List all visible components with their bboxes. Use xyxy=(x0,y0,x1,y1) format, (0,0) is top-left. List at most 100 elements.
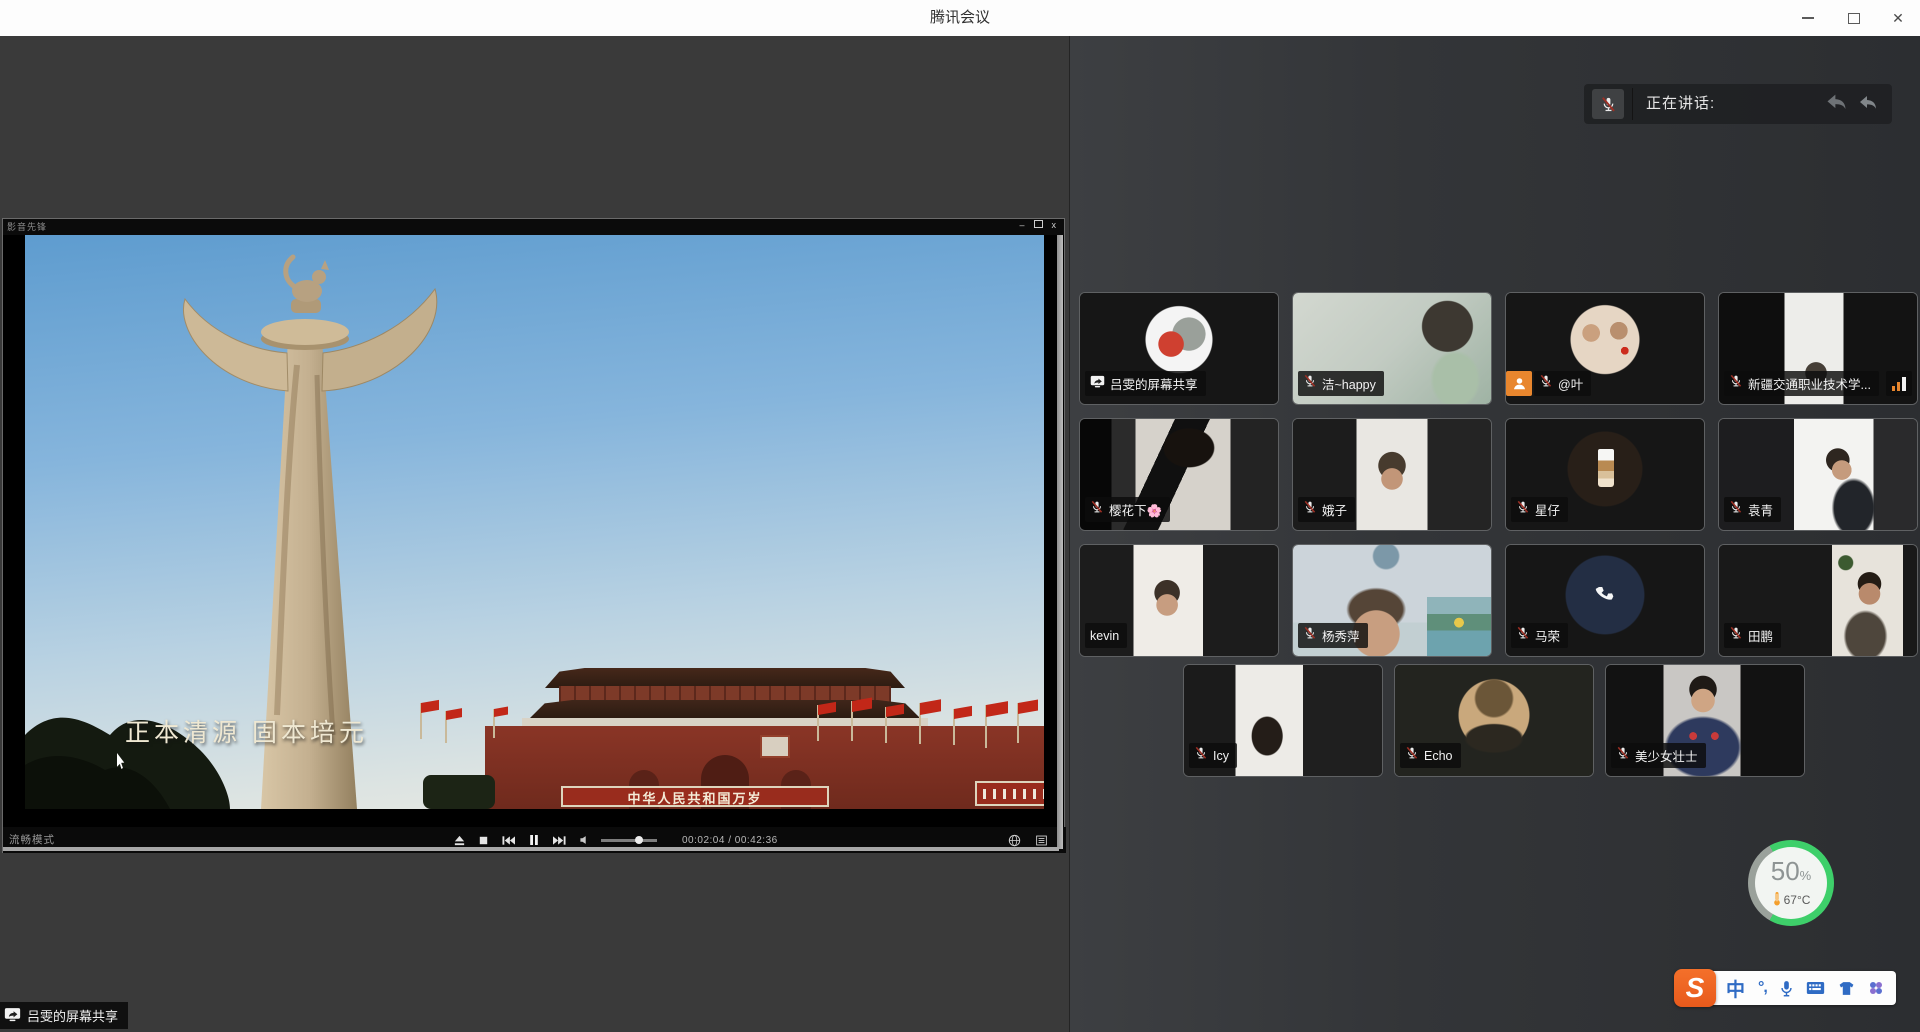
mic-muted-icon xyxy=(1539,374,1553,393)
screen-share-icon xyxy=(1090,374,1105,394)
close-button[interactable]: ✕ xyxy=(1876,0,1920,36)
participants-panel: 正在讲话: 吕雯的屏幕共享 洁~happy @叶 新疆交通职业技术学... 樱花下🌸 娥子… xyxy=(1070,36,1920,1032)
participant-tile[interactable]: 新疆交通职业技术学... xyxy=(1718,292,1918,405)
punctuation-icon[interactable]: °, xyxy=(1758,979,1767,997)
avatar-prop xyxy=(1427,597,1491,657)
reply-arrow-icon[interactable] xyxy=(1856,93,1880,118)
playlist-icon[interactable] xyxy=(1035,834,1048,847)
shared-screen-area: 影音先锋 – x 中华人民共和国万岁 xyxy=(0,36,1069,1032)
volume-slider[interactable] xyxy=(601,839,657,842)
mic-muted-icon xyxy=(1405,746,1419,765)
network-icon[interactable] xyxy=(1008,834,1021,847)
next-button[interactable] xyxy=(552,834,567,847)
participant-name: @叶 xyxy=(1558,374,1583,393)
temperature-value: 67°C xyxy=(1784,893,1811,907)
participant-tile[interactable]: 田鹏 xyxy=(1718,544,1918,657)
mute-button[interactable] xyxy=(578,834,590,846)
participant-tile[interactable]: 袁青 xyxy=(1718,418,1918,531)
pause-button[interactable] xyxy=(527,833,541,847)
thermometer-icon xyxy=(1772,891,1782,909)
app-title: 腾讯会议 xyxy=(0,0,1920,36)
participant-nameplate: Echo xyxy=(1400,743,1461,768)
participant-name: Icy xyxy=(1213,749,1229,763)
participant-name: 袁青 xyxy=(1748,500,1773,519)
participant-nameplate: 樱花下🌸 xyxy=(1085,497,1170,522)
participant-nameplate: 田鹏 xyxy=(1724,623,1781,648)
screen-share-banner: 吕雯的屏幕共享 xyxy=(0,1002,128,1029)
participant-name: 星仔 xyxy=(1535,500,1560,519)
participant-nameplate: @叶 xyxy=(1534,371,1591,396)
participant-name: 新疆交通职业技术学... xyxy=(1748,374,1871,393)
player-maximize-button[interactable] xyxy=(1034,220,1043,230)
mic-muted-icon xyxy=(1592,89,1624,119)
player-title: 影音先锋 xyxy=(7,220,47,233)
participant-name: 田鹏 xyxy=(1748,626,1773,645)
participant-tile[interactable]: 吕雯的屏幕共享 xyxy=(1079,292,1279,405)
virtual-keyboard-icon[interactable] xyxy=(1806,981,1825,995)
participant-name: kevin xyxy=(1090,629,1119,643)
voice-input-icon[interactable] xyxy=(1780,980,1793,997)
participant-nameplate: 星仔 xyxy=(1511,497,1568,522)
battery-temperature-widget[interactable]: 50% 67°C xyxy=(1748,840,1834,926)
member-badge-icon xyxy=(1506,371,1532,396)
skin-icon[interactable] xyxy=(1838,980,1855,997)
mic-muted-icon xyxy=(1729,626,1743,645)
participant-tile[interactable]: 樱花下🌸 xyxy=(1079,418,1279,531)
player-scrollbar[interactable] xyxy=(1057,235,1063,849)
participant-tile[interactable]: 洁~happy xyxy=(1292,292,1492,405)
player-minimize-button[interactable]: – xyxy=(1019,220,1024,230)
participant-nameplate: 新疆交通职业技术学... xyxy=(1724,371,1879,396)
participant-tile[interactable]: 美少女壮士 xyxy=(1605,664,1805,777)
minimize-icon xyxy=(1802,17,1814,19)
maximize-button[interactable] xyxy=(1832,0,1876,36)
mic-muted-icon xyxy=(1729,374,1743,393)
previous-button[interactable] xyxy=(501,834,516,847)
volume-knob[interactable] xyxy=(635,836,643,844)
participant-tile[interactable]: 马荣 xyxy=(1505,544,1705,657)
toolbox-icon[interactable] xyxy=(1868,980,1884,996)
video-player-window: 影音先锋 – x 中华人民共和国万岁 xyxy=(2,218,1065,853)
mic-muted-icon xyxy=(1303,500,1317,519)
participant-tile[interactable]: 娥子 xyxy=(1292,418,1492,531)
participant-nameplate: kevin xyxy=(1085,623,1127,648)
player-close-button[interactable]: x xyxy=(1052,220,1057,230)
screen-share-label: 吕雯的屏幕共享 xyxy=(27,1006,118,1025)
mic-muted-icon xyxy=(1516,500,1530,519)
participant-name: 吕雯的屏幕共享 xyxy=(1110,374,1198,393)
participant-tile[interactable]: 星仔 xyxy=(1505,418,1705,531)
speaking-indicator: 正在讲话: xyxy=(1584,84,1892,124)
stop-button[interactable] xyxy=(477,834,490,847)
ime-toolbar: S 中 °, xyxy=(1674,968,1896,1008)
player-titlebar: 影音先锋 – x xyxy=(3,219,1064,235)
avatar-prop xyxy=(1598,449,1614,487)
minimize-button[interactable] xyxy=(1786,0,1830,36)
player-maximize-icon xyxy=(1034,220,1043,228)
participant-name: 娥子 xyxy=(1322,500,1347,519)
participant-nameplate: 美少女壮士 xyxy=(1611,743,1706,768)
participant-name: 杨秀萍 xyxy=(1322,626,1360,645)
sogou-logo-icon[interactable]: S xyxy=(1674,969,1716,1007)
speaking-label: 正在讲话: xyxy=(1646,84,1715,124)
chinese-mode-icon[interactable]: 中 xyxy=(1726,975,1745,1002)
screen-share-icon xyxy=(4,1006,21,1026)
reply-arrow-icon[interactable] xyxy=(1823,91,1850,119)
eject-button[interactable] xyxy=(453,834,466,847)
video-frame: 中华人民共和国万岁 xyxy=(25,235,1044,809)
participant-tile[interactable]: kevin xyxy=(1079,544,1279,657)
participant-nameplate: 洁~happy xyxy=(1298,371,1384,396)
mic-muted-icon xyxy=(1616,746,1630,765)
participant-name: 樱花下🌸 xyxy=(1109,500,1162,519)
player-bottom-frame xyxy=(3,847,1059,851)
participant-nameplate: 袁青 xyxy=(1724,497,1781,522)
participant-tile[interactable]: 杨秀萍 xyxy=(1292,544,1492,657)
mic-muted-icon xyxy=(1516,626,1530,645)
participant-tile[interactable]: @叶 xyxy=(1505,292,1705,405)
participant-tile[interactable]: Echo xyxy=(1394,664,1594,777)
participant-name: 美少女壮士 xyxy=(1635,746,1698,765)
mic-muted-icon xyxy=(1303,626,1317,645)
participant-tile[interactable]: Icy xyxy=(1183,664,1383,777)
mic-muted-icon xyxy=(1729,500,1743,519)
battery-percent: 50% xyxy=(1771,858,1811,889)
participant-name: 马荣 xyxy=(1535,626,1560,645)
divider xyxy=(1632,88,1633,120)
